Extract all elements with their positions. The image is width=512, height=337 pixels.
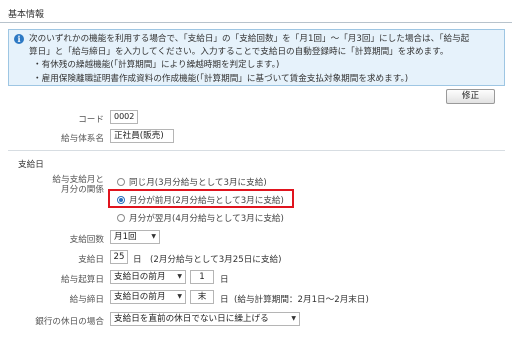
radio-button[interactable]	[117, 214, 125, 222]
info-icon: i	[14, 34, 24, 44]
radio-same-month[interactable]: 同じ月(3月分給与として3月に支給)	[117, 176, 267, 188]
radio-previous-month[interactable]: 月分が前月(2月分給与として3月に支給)	[117, 194, 284, 206]
relation-label: 給与支給月と 月分の関係	[52, 175, 104, 195]
start-month-select[interactable]: 支給日の前月 ▼	[110, 270, 186, 284]
pay-day-unit: 日	[133, 255, 142, 265]
radio-button[interactable]	[117, 178, 125, 186]
chevron-down-icon: ▼	[177, 273, 182, 280]
chevron-down-icon: ▼	[151, 233, 156, 240]
info-line: 次のいずれかの機能を利用する場合で、「支給日」の「支給回数」を「月1回」～「月3…	[29, 34, 470, 44]
pay-day-input[interactable]: 25	[110, 250, 128, 264]
section-rule	[8, 150, 505, 151]
code-label: コード	[78, 115, 104, 125]
section-title: 基本情報	[8, 10, 45, 20]
bank-holiday-select[interactable]: 支給日を直前の休日でない日に繰上げる ▼	[110, 312, 300, 326]
info-line: 算日」と「給与締日」を入力してください。入力することで支給日の自動登録時に「計算…	[29, 47, 449, 58]
info-line: ・有休残の繰越機能(「計算期間」により繰越時期を判定します。)	[33, 60, 280, 71]
close-date-note: (給与計算期間：2月1日～2月末日)	[234, 295, 369, 305]
pay-count-label: 支給回数	[69, 235, 104, 245]
start-day-input[interactable]: 1	[190, 270, 214, 284]
close-day-unit: 日	[220, 295, 229, 305]
pay-day-note: (2月分給与として3月25日に支給)	[150, 255, 282, 265]
radio-button[interactable]	[117, 196, 125, 204]
bank-holiday-label: 銀行の休日の場合	[35, 317, 104, 327]
close-date-label: 給与締日	[69, 295, 104, 305]
info-line: ・雇用保険離職証明書作成資料の作成機能(「計算期間」に基づいて賃金支払対象期間を…	[33, 73, 409, 84]
system-name-value: 正社員(販売)	[110, 129, 174, 143]
payday-section-title: 支給日	[18, 160, 44, 170]
info-box: i 次のいずれかの機能を利用する場合で、「支給日」の「支給回数」を「月1回」～「…	[8, 29, 505, 86]
system-name-label: 給与体系名	[61, 134, 104, 144]
start-day-unit: 日	[220, 275, 229, 285]
modify-button[interactable]: 修正	[446, 89, 495, 104]
radio-label: 同じ月(3月分給与として3月に支給)	[129, 178, 267, 188]
chevron-down-icon: ▼	[177, 293, 182, 300]
pay-day-label: 支給日	[78, 255, 104, 265]
radio-label: 月分が前月(2月分給与として3月に支給)	[129, 196, 284, 206]
chevron-down-icon: ▼	[291, 315, 296, 322]
radio-label: 月分が翌月(4月分給与として3月に支給)	[129, 214, 284, 224]
section-divider	[0, 22, 512, 23]
pay-count-select[interactable]: 月1回 ▼	[110, 230, 160, 244]
code-value: 0002	[110, 110, 138, 124]
radio-next-month[interactable]: 月分が翌月(4月分給与として3月に支給)	[117, 212, 284, 224]
start-date-label: 給与起算日	[61, 275, 104, 285]
close-month-select[interactable]: 支給日の前月 ▼	[110, 290, 186, 304]
close-day-input[interactable]: 末	[190, 290, 214, 304]
